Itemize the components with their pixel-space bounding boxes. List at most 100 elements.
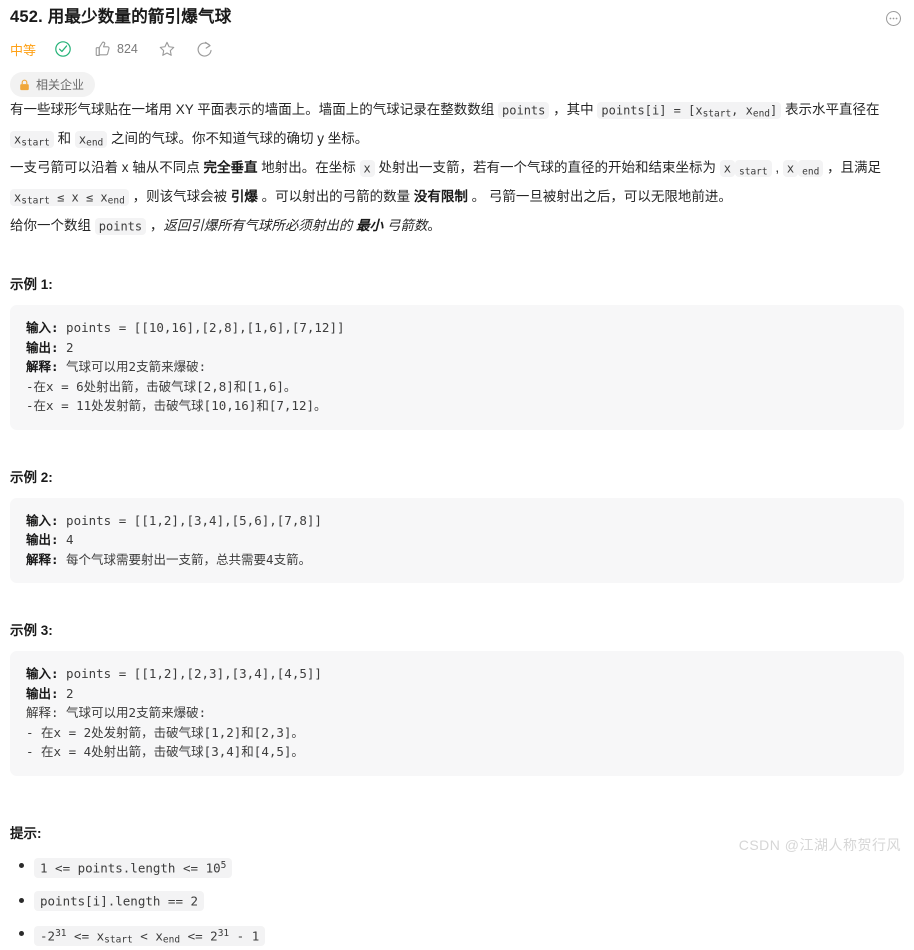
desc-p2-code-x3: x	[782, 159, 799, 177]
desc-p1-code-xend: xend	[74, 130, 108, 148]
example-2-heading: 示例 2:	[10, 469, 53, 485]
example-1-explain-line: 解释: 气球可以用2支箭来爆破:	[26, 357, 888, 377]
example-2-output-label: 输出:	[26, 532, 59, 548]
ineq-sub2: end	[107, 195, 125, 207]
desc-p2-s5: ，且满足	[823, 160, 882, 176]
hint-3-p1: -2	[40, 928, 56, 944]
example-3-box: 输入: points = [[1,2],[2,3],[3,4],[4,5]] 输出…	[10, 651, 904, 776]
check-circle-icon[interactable]	[54, 40, 72, 58]
hint-2-code: points[i].length == 2	[34, 890, 205, 911]
desc-p2-bold-vertical: 完全垂直	[203, 160, 258, 176]
hint-1-sup: 5	[220, 859, 227, 871]
hint-3-sup1: 31	[55, 928, 67, 940]
desc-p2-code-x2: x	[719, 159, 736, 177]
sig-part3: ]	[770, 103, 778, 117]
desc-p2-code-x: x	[359, 159, 375, 177]
desc-p3-s2: ，	[146, 218, 164, 234]
lock-icon	[19, 79, 30, 91]
example-1-output-line: 输出: 2	[26, 338, 888, 358]
hint-3-p5: - 1	[229, 928, 260, 944]
example-3-input-label: 输入:	[26, 666, 59, 682]
sig-sub1: start	[702, 108, 732, 120]
page-title: 452. 用最少数量的箭引爆气球	[10, 8, 232, 26]
example-3-output-line: 输出: 2	[26, 684, 888, 704]
example-2-input-label: 输入:	[26, 512, 59, 528]
desc-p2-s6: ，则该气球会被	[128, 189, 231, 205]
hint-3-p4: <= 2	[180, 928, 218, 944]
example-3-extra-line-1: - 在x = 2处发射箭，击破气球[1,2]和[2,3]。	[26, 724, 304, 740]
problem-description: 有一些球形气球贴在一堵用 XY 平面表示的墙面上。墙面上的气球记录在整数数组 p…	[0, 97, 914, 239]
description-paragraph-2: 一支弓箭可以沿着 x 轴从不同点 完全垂直 地射出。在坐标 x 处射出一支箭，若…	[10, 155, 904, 213]
example-3-output-label: 输出:	[26, 685, 59, 701]
example-2-output-value: 4	[58, 532, 74, 548]
example-3-explain-value: 气球可以用2支箭来爆破:	[58, 705, 207, 721]
example-3-content: 输入: points = [[1,2],[2,3],[3,4],[4,5]] 输出…	[26, 664, 888, 762]
sig-part1: points[i] = [x	[601, 103, 703, 117]
hint-3-p3: < x	[132, 928, 163, 944]
example-1-input-value: points = [[10,16],[2,8],[1,6],[7,12]]	[58, 320, 345, 336]
desc-p2-bold-nolimit: 没有限制	[413, 189, 468, 205]
sig-part2: , x	[731, 103, 753, 117]
desc-p2-code-inequality: xstart ≤ x ≤ xend	[10, 188, 129, 207]
desc-p1-code-points: points	[498, 101, 550, 119]
description-paragraph-1: 有一些球形气球贴在一堵用 XY 平面表示的墙面上。墙面上的气球记录在整数数组 p…	[10, 97, 904, 155]
hint-1-text: 1 <= points.length <= 10	[40, 860, 221, 876]
example-3-output-value: 2	[58, 685, 74, 701]
example-3-explain-label: 解释:	[26, 705, 59, 721]
example-2-input-value: points = [[1,2],[3,4],[5,6],[7,8]]	[58, 512, 322, 528]
hint-3-p2: <= x	[66, 928, 105, 944]
hint-1-code: 1 <= points.length <= 105	[34, 857, 233, 878]
hint-item-1: 1 <= points.length <= 105	[19, 856, 914, 878]
hint-item-2: points[i].length == 2	[19, 890, 914, 911]
desc-p1-s1: 有一些球形气球贴在一堵用 XY 平面表示的墙面上。墙面上的气球记录在整数数组	[10, 102, 499, 117]
example-3-extra-line-2: - 在x = 4处射出箭，击破气球[3,4]和[4,5]。	[26, 744, 304, 760]
xend-x: x	[78, 132, 87, 147]
hint-3-sub1: start	[104, 934, 133, 946]
desc-p2-s7: 。可以射出的弓箭的数量	[257, 189, 414, 205]
desc-p1-s2: ，其中	[549, 102, 598, 117]
desc-p2-s8: 。 弓箭一旦被射出之后，可以无限地前进。	[467, 189, 732, 205]
desc-p3-s1: 给你一个数组	[10, 218, 95, 234]
p2-sub-start: start	[739, 166, 768, 178]
thumbs-up-button[interactable]: 824	[94, 40, 138, 58]
ineq-sub1: start	[21, 195, 50, 207]
desc-p3-italic-bold-min: 最小	[356, 218, 384, 234]
desc-p1-code-signature: points[i] = [xstart, xend]	[597, 101, 782, 120]
example-1-box: 输入: points = [[10,16],[2,8],[1,6],[7,12]…	[10, 305, 904, 430]
example-1-input-label: 输入:	[26, 320, 59, 336]
sig-sub2: end	[752, 108, 771, 120]
tag-row: 相关企业	[0, 62, 914, 97]
desc-p1-s4: 和	[53, 131, 75, 147]
title-row: 452. 用最少数量的箭引爆气球	[0, 0, 914, 28]
more-options-circle-icon[interactable]	[885, 10, 902, 27]
related-companies-tag[interactable]: 相关企业	[10, 72, 96, 97]
desc-p3-italic-2: 弓箭数	[383, 218, 428, 234]
example-1-input-line: 输入: points = [[10,16],[2,8],[1,6],[7,12]…	[26, 318, 888, 338]
example-1-explain-label: 解释:	[26, 359, 59, 375]
desc-p3-italic-1: 返回引爆所有气球所必须射出的	[163, 218, 357, 234]
example-2-box: 输入: points = [[1,2],[3,4],[5,6],[7,8]] 输出…	[10, 497, 904, 584]
share-arrow-icon[interactable]	[196, 40, 214, 58]
star-outline-icon[interactable]	[158, 40, 176, 58]
desc-p2-code-end: end	[798, 159, 824, 178]
example-2-output-line: 输出: 4	[26, 530, 888, 550]
example-1-heading: 示例 1:	[10, 277, 53, 293]
hint-2-text: points[i].length == 2	[40, 893, 199, 909]
desc-p2-code-start: start	[735, 159, 772, 178]
p2-sub-end: end	[802, 166, 820, 178]
example-3-input-value: points = [[1,2],[2,3],[3,4],[4,5]]	[58, 666, 322, 682]
example-2-explain-value: 每个气球需要射出一支箭，总共需要4支箭。	[58, 551, 312, 567]
desc-p1-code-xstart: xstart	[10, 130, 54, 148]
description-paragraph-3: 给你一个数组 points ，返回引爆所有气球所必须射出的 最小 弓箭数。	[10, 213, 904, 239]
example-2-explain-label: 解释:	[26, 551, 59, 567]
example-1-output-label: 输出:	[26, 339, 59, 355]
desc-p2-s4: ,	[771, 160, 783, 176]
example-2-input-line: 输入: points = [[1,2],[3,4],[5,6],[7,8]]	[26, 511, 888, 531]
related-companies-label: 相关企业	[36, 78, 85, 92]
example-1-explain-value: 气球可以用2支箭来爆破:	[58, 359, 207, 375]
desc-p2-s2: 地射出。在坐标	[257, 160, 360, 176]
like-count: 824	[117, 42, 138, 56]
hint-3-code: -231 <= xstart < xend <= 231 - 1	[34, 925, 266, 946]
hint-3-sup2: 31	[217, 928, 230, 940]
difficulty-badge: 中等	[10, 42, 37, 58]
